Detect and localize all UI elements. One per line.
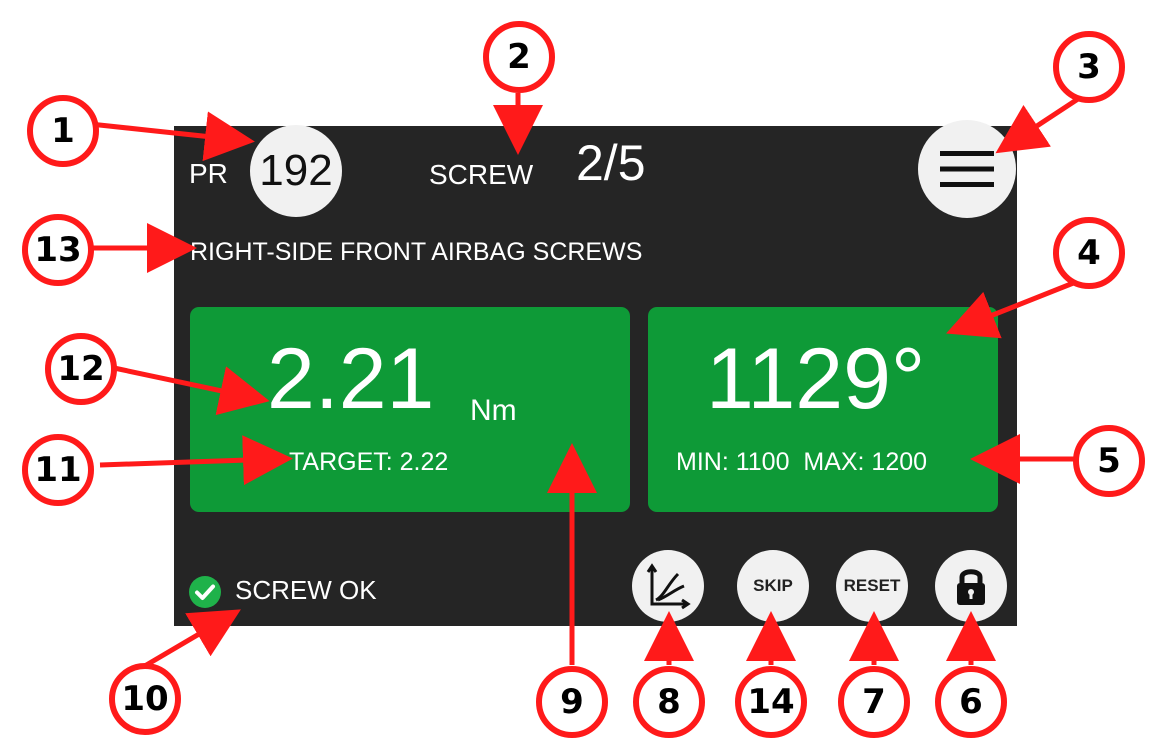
angle-limits: MIN: 1100 MAX: 1200 xyxy=(676,448,928,476)
callout-5: 5 xyxy=(1073,425,1145,497)
callout-9: 9 xyxy=(536,666,608,738)
lock-button[interactable] xyxy=(935,550,1007,622)
hamburger-menu-icon xyxy=(940,151,994,187)
status-text: SCREW OK xyxy=(235,575,377,605)
chart-button[interactable] xyxy=(632,550,704,622)
callout-10: 10 xyxy=(109,663,181,735)
callout-11: 11 xyxy=(22,434,94,506)
callout-8: 8 xyxy=(633,666,705,738)
screw-label: SCREW xyxy=(429,159,534,190)
callout-14: 14 xyxy=(735,666,807,738)
callout-12: 12 xyxy=(45,333,117,405)
menu-button[interactable] xyxy=(918,120,1016,218)
chart-icon xyxy=(646,563,691,610)
pr-label: PR xyxy=(189,158,228,189)
callout-1: 1 xyxy=(27,95,99,167)
torque-value: 2.21 xyxy=(267,331,435,427)
callout-13: 13 xyxy=(22,214,94,286)
check-circle-icon xyxy=(189,576,221,608)
lock-icon xyxy=(957,569,985,605)
job-title: RIGHT-SIDE FRONT AIRBAG SCREWS xyxy=(190,238,643,266)
torque-unit: Nm xyxy=(470,394,517,427)
angle-value: 1129° xyxy=(706,331,926,427)
skip-button[interactable]: SKIP xyxy=(737,550,809,622)
callout-7: 7 xyxy=(838,666,910,738)
pr-number-button[interactable]: 192 xyxy=(250,125,342,217)
callout-2: 2 xyxy=(483,21,555,93)
screw-count: 2/5 xyxy=(576,135,646,191)
callout-4: 4 xyxy=(1053,217,1125,289)
torque-target: TARGET: 2.22 xyxy=(289,448,449,476)
reset-button[interactable]: RESET xyxy=(836,550,908,622)
callout-3: 3 xyxy=(1053,31,1125,103)
callout-6: 6 xyxy=(935,666,1007,738)
